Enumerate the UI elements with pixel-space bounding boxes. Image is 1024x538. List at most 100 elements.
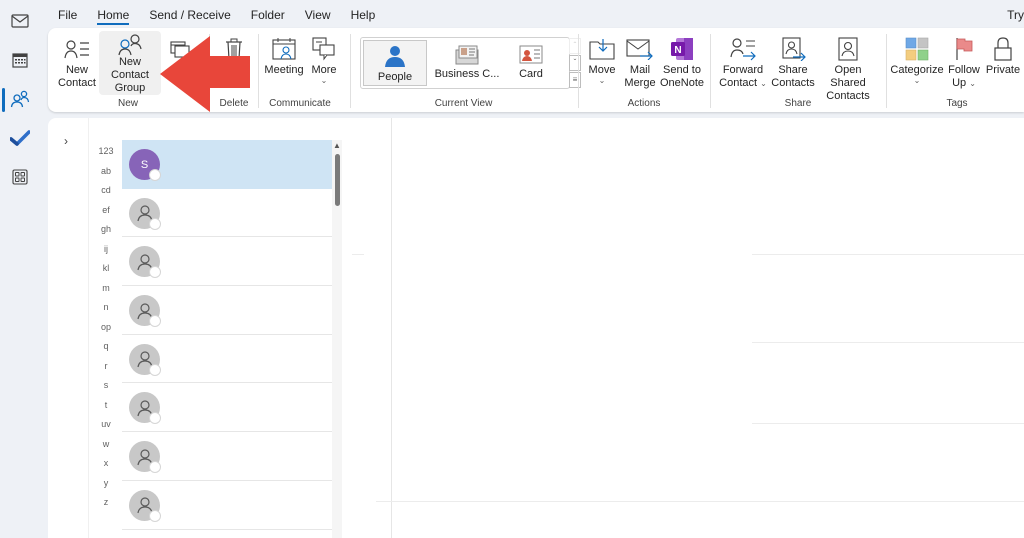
categorize-button[interactable]: Categorize ⌄ [889, 31, 945, 85]
alpha-index-item[interactable]: ij [95, 240, 117, 260]
new-contact-group-button[interactable]: New Contact Group [99, 31, 161, 95]
new-contact-group-label-2: Group [114, 82, 146, 94]
forward-contact-label-2: Contact ⌄ [719, 77, 767, 89]
group-current-view: People Business C... Card ˆ ˇ ≡ Current … [351, 28, 581, 112]
view-people[interactable]: People [363, 40, 427, 86]
send-to-onenote-label-1: Send to [663, 64, 701, 76]
share-contacts-button[interactable]: Share Contacts [771, 31, 815, 90]
alpha-index-item[interactable]: m [95, 279, 117, 299]
alpha-index-item[interactable]: t [95, 396, 117, 416]
forward-contact-button[interactable]: Forward Contact ⌄ [717, 31, 769, 90]
contact-list-scrollbar[interactable]: ▲ [332, 140, 342, 538]
forward-contact-label-1: Forward [722, 64, 764, 76]
alpha-index-item[interactable]: uv [95, 415, 117, 435]
mail-icon[interactable] [9, 10, 31, 32]
view-business-card-label: Business C... [434, 68, 500, 80]
group-label-communicate: Communicate [269, 98, 331, 109]
apps-icon[interactable] [9, 166, 31, 188]
contact-list-item[interactable] [122, 237, 332, 287]
send-to-onenote-label-2: OneNote [659, 77, 705, 89]
private-button[interactable]: Private [983, 31, 1023, 77]
content-area: › 123 ab cd ef gh ij kl m n op q r s t uv w x y z S ▲ [48, 118, 1024, 538]
alpha-index-item[interactable]: n [95, 298, 117, 318]
view-card-label: Card [519, 68, 543, 80]
alpha-index-item[interactable]: gh [95, 220, 117, 240]
presence-status-icon [149, 461, 161, 474]
alpha-index-item[interactable]: cd [95, 181, 117, 201]
contact-list-item[interactable] [122, 481, 332, 530]
contact-list-pane: 123 ab cd ef gh ij kl m n op q r s t uv w x y z S ▲ [88, 118, 394, 538]
send-to-onenote-button[interactable]: N Send to OneNote [659, 31, 705, 90]
alpha-index-item[interactable]: op [95, 318, 117, 338]
alpha-index-item[interactable]: ab [95, 162, 117, 182]
alpha-index-item[interactable]: r [95, 357, 117, 377]
alpha-index-item[interactable]: s [95, 376, 117, 396]
more-chat-icon [310, 34, 338, 64]
alpha-index-item[interactable]: y [95, 474, 117, 494]
checkmark-icon[interactable] [9, 127, 31, 149]
view-business-card[interactable]: Business C... [431, 40, 503, 86]
card-icon [519, 45, 543, 64]
group-label-tags: Tags [946, 98, 968, 109]
meeting-button[interactable]: Meeting [263, 31, 305, 77]
contact-list-item[interactable] [122, 286, 332, 335]
person-filled-icon [385, 46, 405, 67]
new-contact-button[interactable]: New Contact [56, 31, 98, 90]
annotation-arrow-icon [160, 36, 250, 112]
share-contacts-label-1: Share [778, 64, 808, 76]
new-contact-group-label-1: New Contact [111, 56, 149, 81]
tab-help[interactable]: Help [341, 0, 386, 28]
presence-status-icon [149, 315, 161, 328]
alpha-index-item[interactable]: w [95, 435, 117, 455]
scroll-thumb[interactable] [335, 154, 340, 206]
mail-merge-button[interactable]: Mail Merge [623, 31, 657, 90]
tab-file[interactable]: File [48, 0, 87, 28]
contact-list-item[interactable] [122, 383, 332, 433]
open-shared-contacts-button[interactable]: Open Shared Contacts [817, 31, 879, 103]
alpha-index-item[interactable]: x [95, 454, 117, 474]
calendar-icon[interactable] [9, 49, 31, 71]
meeting-label: Meeting [264, 64, 304, 76]
expand-folder-pane-button[interactable]: › [64, 134, 68, 148]
move-folder-icon [588, 34, 616, 64]
presence-status-icon [149, 412, 161, 425]
group-communicate: Meeting More ⌄ Communicate [259, 28, 341, 112]
new-contact-label-2: Contact [58, 77, 96, 89]
follow-up-button[interactable]: Follow Up ⌄ [947, 31, 981, 90]
open-shared-contacts-label-1: Open Shared [830, 64, 866, 89]
move-button[interactable]: Move ⌄ [585, 31, 619, 85]
alpha-index-item[interactable]: kl [95, 259, 117, 279]
tab-view[interactable]: View [295, 0, 341, 28]
contact-list-item[interactable] [122, 335, 332, 384]
tab-send-receive[interactable]: Send / Receive [139, 0, 240, 28]
tab-folder[interactable]: Folder [241, 0, 295, 28]
contact-card-icon [63, 34, 91, 64]
contact-list-item[interactable] [122, 189, 332, 238]
alpha-index-item[interactable]: z [95, 493, 117, 513]
chevron-down-icon: ⌄ [598, 76, 606, 85]
private-label: Private [985, 64, 1021, 76]
alpha-index-item[interactable]: q [95, 337, 117, 357]
group-label-current-view: Current View [434, 98, 493, 109]
shared-contacts-icon [834, 34, 862, 64]
group-actions: Move ⌄ Mail Merge N Send to OneNote Acti… [579, 28, 709, 112]
view-card[interactable]: Card [507, 40, 555, 86]
divider-line [352, 254, 364, 255]
try-new-outlook-text[interactable]: Try [1007, 8, 1024, 22]
group-label-actions: Actions [627, 98, 661, 109]
new-contact-label-1: New [65, 64, 88, 76]
app-rail [0, 0, 40, 538]
menu-bar: File Home Send / Receive Folder View Hel… [48, 0, 1024, 28]
follow-up-label-2: Up ⌄ [952, 77, 976, 89]
contact-list-item[interactable]: S [122, 140, 332, 189]
more-button[interactable]: More ⌄ [308, 31, 340, 85]
alpha-index-item[interactable]: 123 [95, 142, 117, 162]
alpha-index-item[interactable]: ef [95, 201, 117, 221]
contact-group-icon [116, 34, 144, 56]
people-icon[interactable] [9, 88, 31, 110]
contact-list-item[interactable] [122, 432, 332, 481]
scroll-up-arrow-icon[interactable]: ▲ [332, 140, 342, 152]
divider-line [752, 342, 1024, 343]
tab-home[interactable]: Home [87, 0, 139, 28]
presence-status-icon [149, 509, 161, 522]
